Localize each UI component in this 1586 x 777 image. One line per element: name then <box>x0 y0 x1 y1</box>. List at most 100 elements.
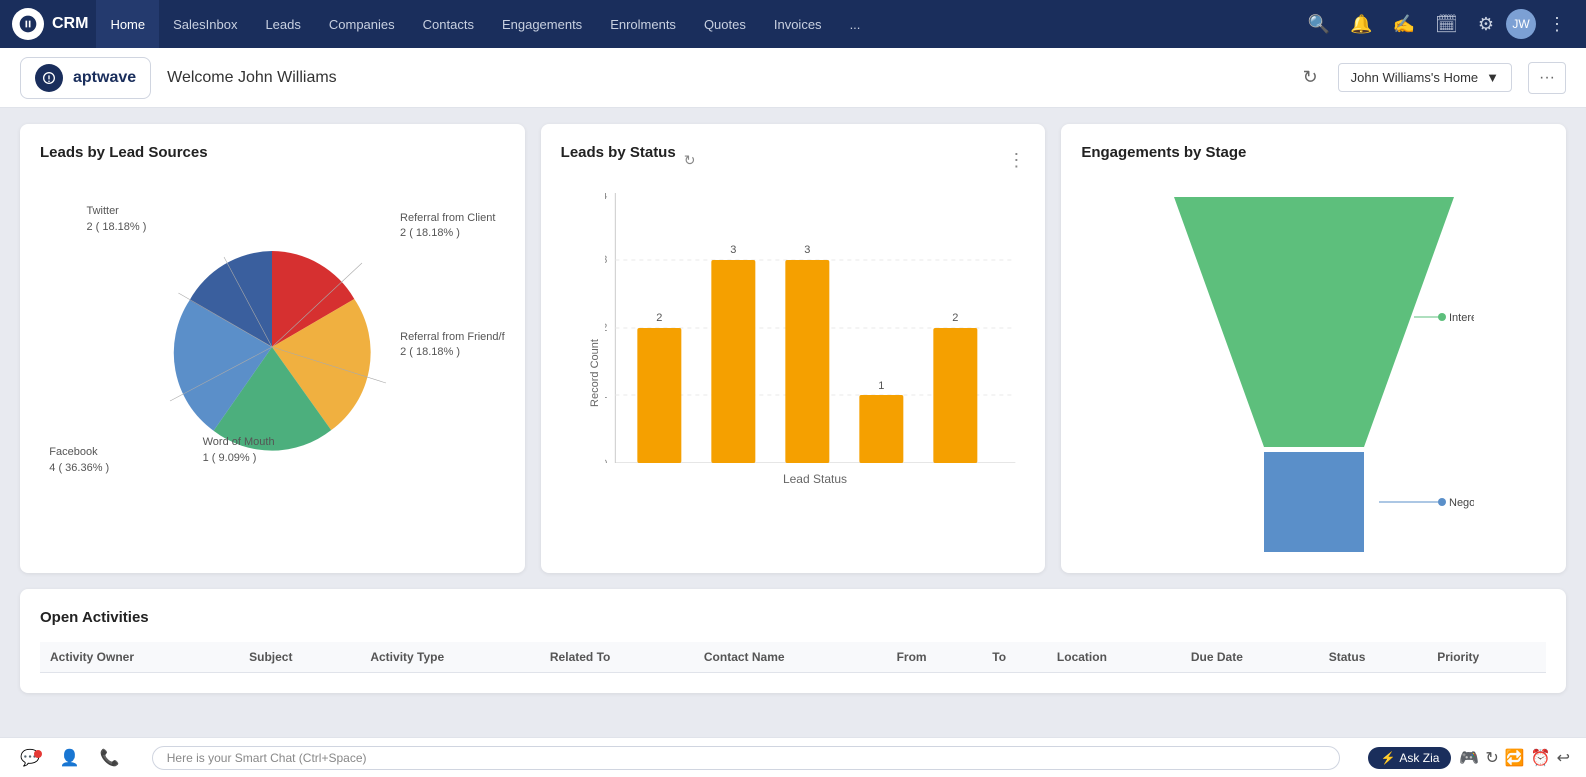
nav-home[interactable]: Home <box>96 0 159 48</box>
brand-name: aptwave <box>73 69 136 87</box>
bottom-chat-icon-wrapper: 💬 <box>16 748 44 768</box>
bottom-clock-icon[interactable]: ⏰ <box>1531 748 1551 768</box>
svg-text:2: 2 <box>656 312 662 324</box>
svg-text:3: 3 <box>730 244 736 256</box>
search-icon[interactable]: 🔍 <box>1300 8 1338 41</box>
col-related-to: Related To <box>540 642 694 673</box>
col-from: From <box>887 642 983 673</box>
bottom-right-icons: 🎮 ↻ 🔁 ⏰ ↩ <box>1459 748 1570 768</box>
bar-not-qualified <box>933 328 977 463</box>
activities-table: Activity Owner Subject Activity Type Rel… <box>40 642 1546 673</box>
top-navigation: CRM Home SalesInbox Leads Companies Cont… <box>0 0 1586 48</box>
bar-not-contacted <box>637 328 681 463</box>
nav-enrolments[interactable]: Enrolments <box>596 0 690 48</box>
ask-zia-button[interactable]: ⚡ Ask Zia <box>1368 747 1451 769</box>
pie-chart-title: Leads by Lead Sources <box>40 144 505 161</box>
pie-label-facebook: Facebook 4 ( 36.36% ) <box>49 445 109 476</box>
funnel-interested <box>1174 197 1454 447</box>
col-location: Location <box>1047 642 1181 673</box>
brand-logo: aptwave <box>20 57 151 99</box>
col-status: Status <box>1319 642 1428 673</box>
bar-chart-card: Leads by Status ↻ ⋮ Record Count <box>541 124 1046 573</box>
chat-notification-dot <box>34 750 42 758</box>
col-priority: Priority <box>1427 642 1546 673</box>
svg-text:1: 1 <box>605 389 607 401</box>
zia-icon: ⚡ <box>1380 751 1395 765</box>
svg-text:Interested: Interested <box>1449 312 1474 324</box>
nav-leads[interactable]: Leads <box>251 0 314 48</box>
bar-chart-svg: 0 1 2 3 4 2 3 3 1 <box>605 193 1026 463</box>
bar-menu-icon[interactable]: ⋮ <box>1007 150 1025 171</box>
bottom-contacts-icon[interactable]: 👤 <box>56 744 84 772</box>
funnel-negotiation <box>1264 452 1364 552</box>
header-bar: aptwave Welcome John Williams ↻ John Wil… <box>0 48 1586 108</box>
activities-header-row: Activity Owner Subject Activity Type Rel… <box>40 642 1546 673</box>
svg-text:2: 2 <box>605 322 607 334</box>
bottom-game-icon[interactable]: 🎮 <box>1459 748 1479 768</box>
activities-section: Open Activities Activity Owner Subject A… <box>20 589 1566 693</box>
nav-companies[interactable]: Companies <box>315 0 409 48</box>
bar-refresh-icon[interactable]: ↻ <box>684 152 696 169</box>
pie-label-word-of-mouth: Word of Mouth 1 ( 9.09% ) <box>203 435 275 466</box>
funnel-chart-svg: Interested Negotiation <box>1154 177 1474 557</box>
col-activity-type: Activity Type <box>360 642 540 673</box>
bar-chart-header: Leads by Status ↻ ⋮ <box>561 144 1026 177</box>
logo-icon <box>12 8 44 40</box>
svg-text:0: 0 <box>605 458 607 463</box>
refresh-icon[interactable]: ↻ <box>1299 63 1322 92</box>
pie-label-referral-friend: Referral from Friend/f 2 ( 18.18% ) <box>400 330 505 361</box>
bar-chart-title: Leads by Status <box>561 144 676 161</box>
col-subject: Subject <box>239 642 360 673</box>
crm-logo[interactable]: CRM <box>12 8 88 40</box>
nav-salesinbox[interactable]: SalesInbox <box>159 0 251 48</box>
svg-text:3: 3 <box>804 244 810 256</box>
settings-icon[interactable]: ⚙ <box>1470 8 1502 41</box>
bar-chart-area: Record Count 0 1 2 3 4 <box>561 193 1026 553</box>
bottom-chat-input[interactable]: Here is your Smart Chat (Ctrl+Space) <box>152 746 1341 770</box>
nav-invoices[interactable]: Invoices <box>760 0 836 48</box>
charts-row: Leads by Lead Sources <box>20 124 1566 573</box>
bottom-refresh-icon[interactable]: ↻ <box>1485 748 1498 768</box>
funnel-chart-card: Engagements by Stage Interested Negotiat… <box>1061 124 1566 573</box>
nav-engagements[interactable]: Engagements <box>488 0 596 48</box>
bottom-right-area: ⚡ Ask Zia 🎮 ↻ 🔁 ⏰ ↩ <box>1368 747 1570 769</box>
header-more-button[interactable]: ··· <box>1528 62 1566 94</box>
svg-text:4: 4 <box>605 193 607 202</box>
topnav-icons: 🔍 🔔 ✍ 🗓 ⚙ JW ⋮ <box>1300 8 1574 41</box>
home-dropdown[interactable]: John Williams's Home ▼ <box>1338 63 1512 92</box>
nav-contacts[interactable]: Contacts <box>409 0 488 48</box>
bottom-undo-icon[interactable]: ↩ <box>1557 748 1570 768</box>
svg-text:2: 2 <box>952 312 958 324</box>
bottom-chat-icon[interactable]: 💬 <box>16 746 44 771</box>
user-avatar[interactable]: JW <box>1506 9 1536 39</box>
nav-more[interactable]: ... <box>836 0 875 48</box>
funnel-chart-container: Interested Negotiation <box>1081 177 1546 547</box>
dropdown-chevron-icon: ▼ <box>1486 70 1499 85</box>
crm-label: CRM <box>52 15 88 33</box>
bottom-translate-icon[interactable]: 🔁 <box>1505 748 1525 768</box>
col-to: To <box>982 642 1047 673</box>
svg-text:1: 1 <box>878 380 884 392</box>
notification-icon[interactable]: 🔔 <box>1342 8 1380 41</box>
brand-logo-icon <box>35 64 63 92</box>
activities-title: Open Activities <box>40 609 1546 626</box>
y-axis-label: Record Count <box>589 339 601 407</box>
compose-icon[interactable]: ✍ <box>1385 8 1423 41</box>
pie-chart-svg <box>152 227 392 467</box>
col-contact-name: Contact Name <box>694 642 887 673</box>
bar-chart-title-area: Leads by Status ↻ <box>561 144 696 177</box>
svg-text:Negotiation: Negotiation <box>1449 497 1474 509</box>
nav-quotes[interactable]: Quotes <box>690 0 760 48</box>
pie-label-twitter: Twitter 2 ( 18.18% ) <box>86 204 146 235</box>
col-due-date: Due Date <box>1181 642 1319 673</box>
header-welcome: Welcome John Williams <box>167 69 337 87</box>
bottom-calls-icon[interactable]: 📞 <box>96 744 124 772</box>
bar-interested <box>711 260 755 463</box>
col-activity-owner: Activity Owner <box>40 642 239 673</box>
bottom-bar: 💬 👤 📞 Here is your Smart Chat (Ctrl+Spac… <box>0 737 1586 777</box>
svg-text:3: 3 <box>605 254 607 266</box>
pie-chart-container: Twitter 2 ( 18.18% ) Referral from Clien… <box>40 177 505 517</box>
funnel-chart-title: Engagements by Stage <box>1081 144 1546 161</box>
apps-icon[interactable]: ⋮ <box>1540 8 1574 41</box>
calendar-icon[interactable]: 🗓 <box>1427 8 1466 41</box>
